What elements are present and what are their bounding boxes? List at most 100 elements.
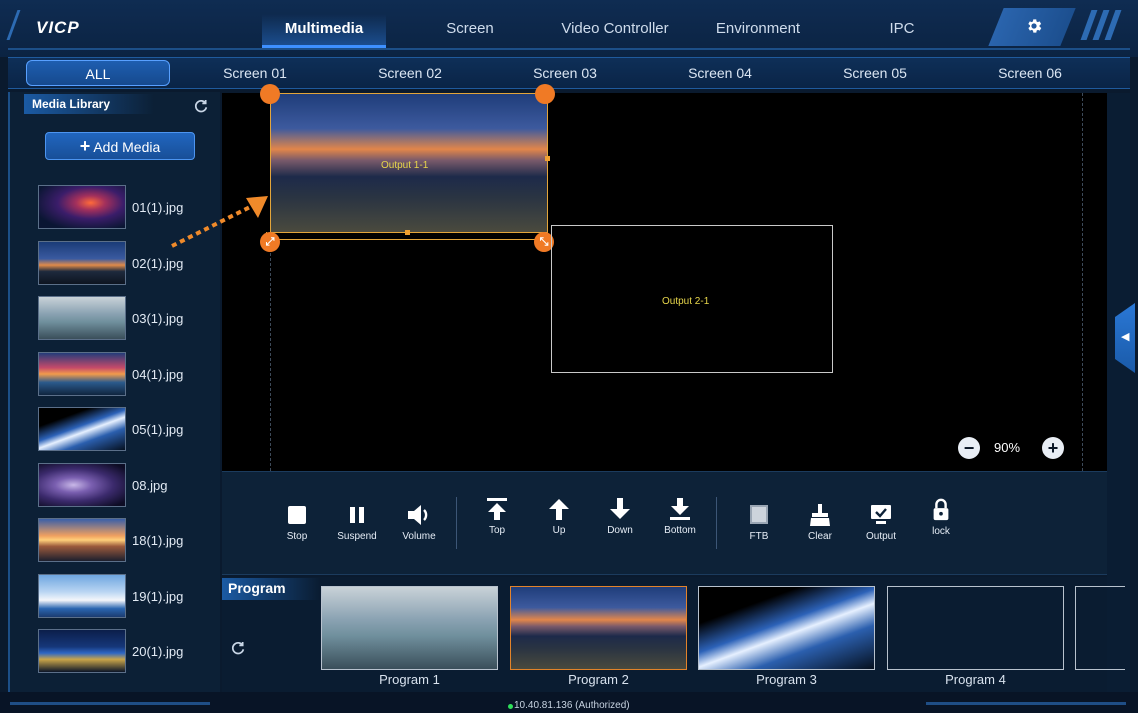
screen-tab-all[interactable]: ALL: [26, 60, 170, 86]
move-up-button[interactable]: Up: [529, 497, 589, 536]
plus-icon: +: [79, 136, 91, 156]
volume-icon: [408, 505, 428, 525]
media-thumbnail: [38, 463, 126, 507]
zoom-in-button[interactable]: +: [1042, 437, 1064, 459]
program-card-5[interactable]: [1075, 586, 1125, 670]
volume-button[interactable]: Volume: [389, 503, 449, 542]
media-filename: 05(1).jpg: [132, 422, 184, 437]
lock-button[interactable]: lock: [911, 498, 971, 537]
media-library-title: Media Library: [24, 94, 154, 114]
monitor-check-icon: [871, 505, 891, 524]
gear-icon: [1024, 17, 1044, 37]
output-window-1[interactable]: Output 1-1: [270, 93, 548, 233]
move-down-button[interactable]: Down: [590, 497, 650, 536]
resize-handle-top-right[interactable]: [535, 84, 555, 104]
tab-environment[interactable]: Environment: [700, 14, 816, 48]
add-media-button[interactable]: + Add Media: [45, 132, 195, 160]
connection-status: 10.40.81.136 (Authorized): [514, 700, 630, 711]
edge-handle[interactable]: [405, 230, 410, 235]
media-filename: 02(1).jpg: [132, 256, 184, 271]
lock-icon: [933, 498, 949, 521]
status-decoration: [10, 702, 210, 705]
broom-icon: [810, 504, 830, 526]
stop-button[interactable]: Stop: [267, 503, 327, 542]
output-label: Output: [865, 531, 897, 542]
media-item[interactable]: 18(1).jpg: [38, 518, 208, 564]
media-item[interactable]: 04(1).jpg: [38, 352, 208, 398]
zoom-out-button[interactable]: −: [958, 437, 980, 459]
screen-tab-02[interactable]: Screen 02: [355, 60, 465, 86]
screen-tab-01[interactable]: Screen 01: [200, 60, 310, 86]
screen-tab-03[interactable]: Screen 03: [510, 60, 620, 86]
stop-label: Stop: [286, 531, 308, 542]
drag-arrow-icon: [171, 196, 268, 248]
media-filename: 03(1).jpg: [132, 311, 184, 326]
media-filename: 19(1).jpg: [132, 589, 184, 604]
move-bottom-icon: [670, 498, 690, 520]
media-thumbnail: [38, 629, 126, 673]
suspend-button[interactable]: Suspend: [327, 503, 387, 542]
media-thumbnail: [38, 407, 126, 451]
app-logo: VICP: [36, 18, 80, 37]
program-card-4[interactable]: [887, 586, 1064, 670]
screen-tab-05[interactable]: Screen 05: [820, 60, 930, 86]
arrow-down-icon: [610, 498, 630, 519]
program-card-2[interactable]: [510, 586, 687, 670]
tab-ipc[interactable]: IPC: [852, 14, 952, 48]
move-top-icon: [487, 498, 507, 520]
media-thumbnail: [38, 352, 126, 396]
toolbar-separator: [716, 497, 717, 549]
media-item[interactable]: 05(1).jpg: [38, 407, 208, 453]
screen-tab-04[interactable]: Screen 04: [665, 60, 775, 86]
ftb-icon: [750, 505, 768, 524]
program-card-1[interactable]: [321, 586, 498, 670]
zoom-level: 90%: [994, 440, 1021, 455]
add-media-label: Add Media: [93, 139, 161, 155]
move-down-label: Down: [607, 525, 633, 536]
resize-handle-top-left[interactable]: [260, 84, 280, 104]
tab-video-controller[interactable]: Video Controller: [540, 14, 690, 48]
tab-screen[interactable]: Screen: [420, 14, 520, 48]
media-filename: 08.jpg: [132, 478, 168, 493]
online-status-dot: [508, 704, 513, 709]
media-thumbnail: [38, 296, 126, 340]
move-bottom-label: Bottom: [664, 525, 696, 536]
canvas-guide-right: [1082, 93, 1083, 471]
chevron-left-icon: ◀: [1121, 331, 1130, 343]
move-top-button[interactable]: Top: [467, 497, 527, 536]
program-label: Program 2: [568, 672, 629, 687]
media-thumbnail: [38, 185, 126, 229]
output-window-2[interactable]: Output 2-1: [551, 225, 833, 373]
tab-multimedia[interactable]: Multimedia: [262, 14, 386, 48]
media-thumbnail: [38, 518, 126, 562]
clear-label: Clear: [808, 531, 832, 542]
refresh-icon[interactable]: [193, 98, 209, 118]
program-label: Program 1: [379, 672, 440, 687]
media-item[interactable]: 19(1).jpg: [38, 574, 208, 620]
status-decoration: [926, 702, 1126, 705]
stop-icon: [288, 506, 306, 524]
program-card-3[interactable]: [698, 586, 875, 670]
pause-icon: [350, 507, 364, 523]
edge-handle[interactable]: [545, 156, 550, 161]
clear-button[interactable]: Clear: [790, 503, 850, 542]
output-button[interactable]: Output: [851, 503, 911, 542]
move-up-label: Up: [552, 525, 566, 536]
screen-tab-06[interactable]: Screen 06: [975, 60, 1085, 86]
suspend-label: Suspend: [337, 531, 377, 542]
media-thumbnail: [38, 574, 126, 618]
top-bar-underline: [8, 48, 1130, 50]
media-filename: 18(1).jpg: [132, 533, 184, 548]
media-item[interactable]: 08.jpg: [38, 463, 208, 509]
media-item[interactable]: 20(1).jpg: [38, 629, 208, 675]
lock-label: lock: [932, 526, 950, 537]
media-filename: 20(1).jpg: [132, 644, 184, 659]
refresh-icon[interactable]: [230, 640, 246, 660]
output-label: Output 2-1: [662, 296, 710, 307]
move-bottom-button[interactable]: Bottom: [650, 497, 710, 536]
program-title: Program: [222, 578, 320, 600]
program-label: Program 4: [945, 672, 1006, 687]
media-item[interactable]: 03(1).jpg: [38, 296, 208, 342]
ftb-button[interactable]: FTB: [729, 503, 789, 542]
ftb-label: FTB: [749, 531, 769, 542]
